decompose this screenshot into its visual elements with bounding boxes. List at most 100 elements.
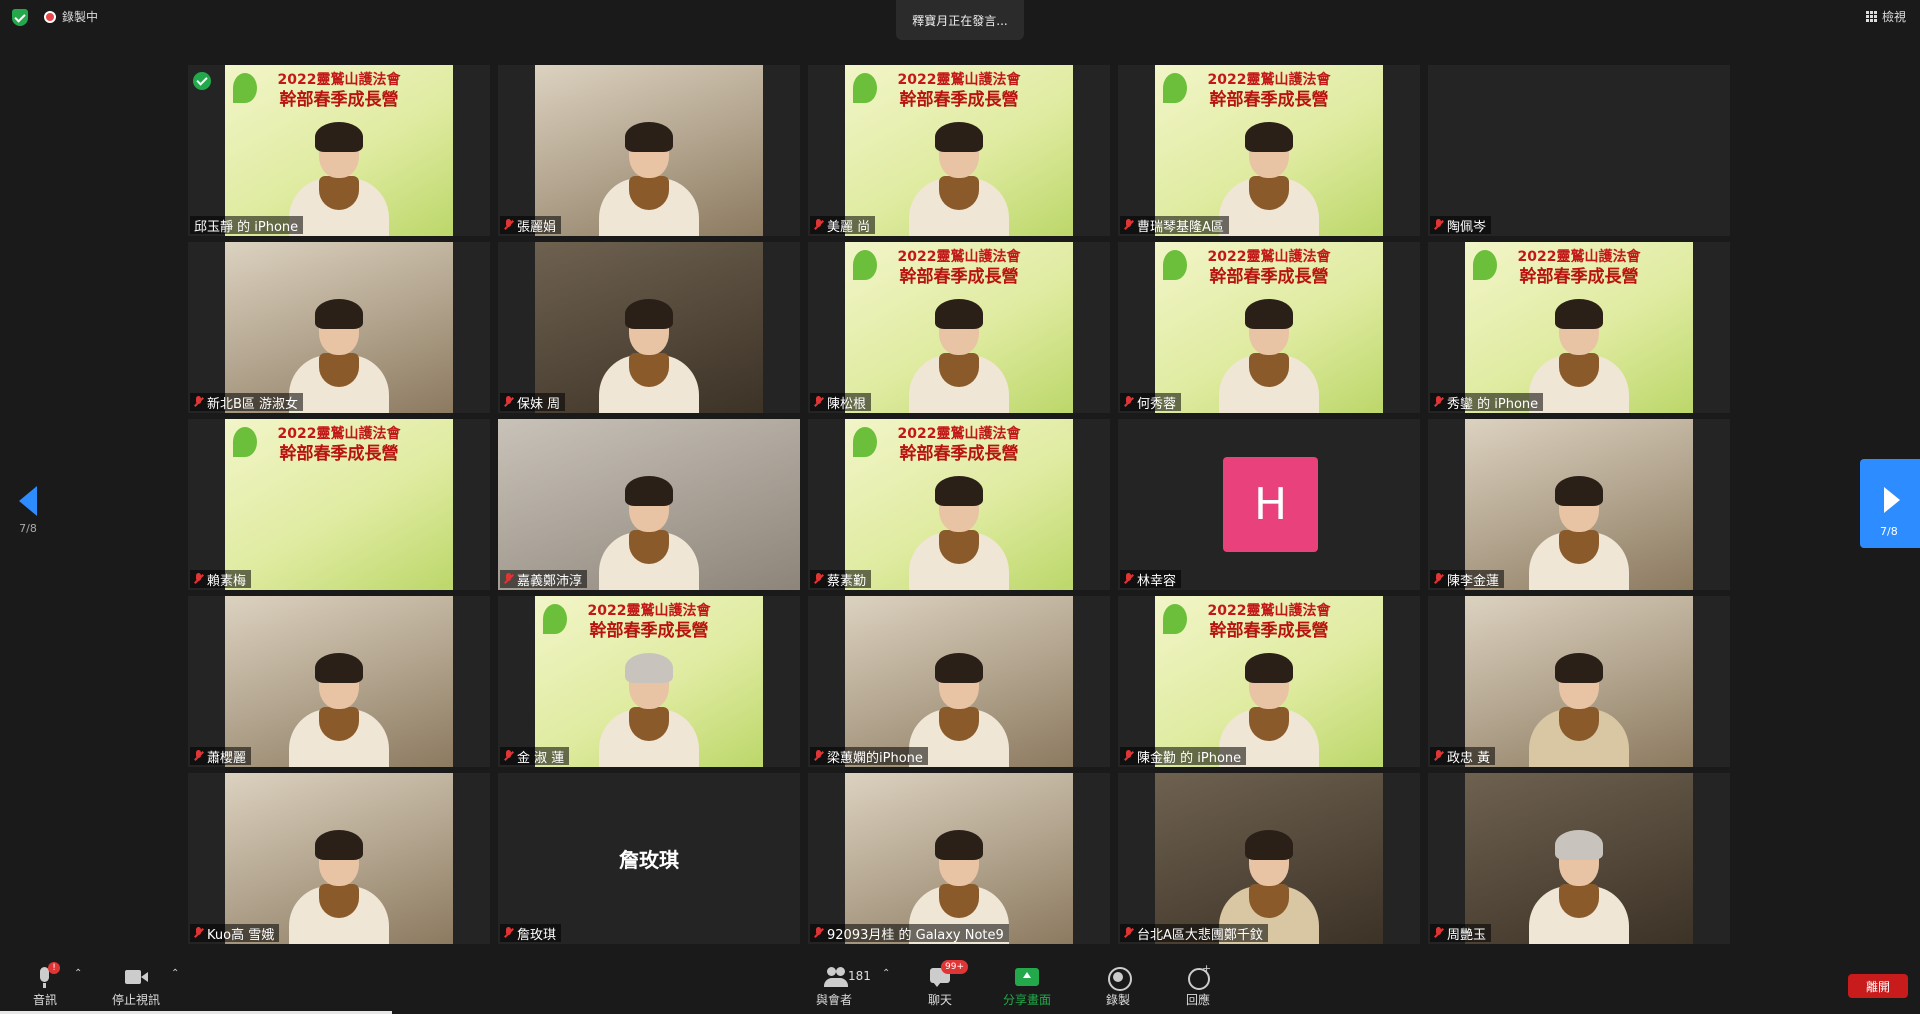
participant-name: 何秀蓉 xyxy=(1137,396,1177,412)
participant-figure xyxy=(909,470,1009,590)
participant-tile[interactable]: 2022靈鷲山護法會 幹部春季成長營 賴素梅 xyxy=(188,419,490,590)
muted-mic-icon xyxy=(1124,219,1133,231)
participant-tile[interactable]: 台北A區大悲團鄭千鈫 xyxy=(1118,773,1420,944)
audio-button[interactable]: ! 音訊 xyxy=(32,962,60,1008)
participant-name: 邱玉靜 的 iPhone xyxy=(194,219,299,235)
event-banner: 2022靈鷲山護法會 幹部春季成長營 xyxy=(535,602,763,642)
leave-button[interactable]: 離開 xyxy=(1848,974,1908,998)
stop-video-label: 停止視訊 xyxy=(112,993,161,1007)
participant-figure xyxy=(289,293,389,413)
event-banner: 2022靈鷲山護法會 幹部春季成長營 xyxy=(845,71,1073,111)
participant-tile[interactable]: 2022靈鷲山護法會 幹部春季成長營 邱玉靜 的 iPhone xyxy=(188,65,490,236)
muted-mic-icon xyxy=(1124,573,1133,585)
participant-video: 2022靈鷲山護法會 幹部春季成長營 xyxy=(845,242,1073,413)
participants-button[interactable]: 與會者 xyxy=(816,966,852,1008)
participant-video: 2022靈鷲山護法會 幹部春季成長營 xyxy=(1155,596,1383,767)
participant-tile[interactable]: 2022靈鷲山護法會 幹部春季成長營 陳松根 xyxy=(808,242,1110,413)
participant-tile[interactable]: 嘉義鄭沛淳 xyxy=(498,419,800,590)
participant-tile[interactable]: 陳李金蓮 xyxy=(1428,419,1730,590)
participant-name: 詹玫琪 xyxy=(517,927,557,943)
participant-video: 2022靈鷲山護法會 幹部春季成長營 xyxy=(1465,242,1693,413)
participant-tile[interactable]: 新北B區 游淑女 xyxy=(188,242,490,413)
view-button[interactable]: 檢視 xyxy=(1865,8,1906,25)
participant-tile[interactable]: 周艷玉 xyxy=(1428,773,1730,944)
participant-tile[interactable]: 蕭櫻麗 xyxy=(188,596,490,767)
participant-name: 梁蕙嫻的iPhone xyxy=(827,750,923,766)
participant-name-label: 蔡素勤 xyxy=(810,570,872,589)
participant-name-label: 邱玉靜 的 iPhone xyxy=(190,216,304,235)
participant-tile[interactable]: 張麗娟 xyxy=(498,65,800,236)
share-screen-button[interactable]: 分享畫面 xyxy=(1003,966,1051,1008)
stop-video-button[interactable]: 停止視訊 xyxy=(112,966,160,1008)
participant-video: 2022靈鷲山護法會 幹部春季成長營 xyxy=(225,419,453,590)
share-screen-icon xyxy=(1014,966,1040,988)
gallery-grid: 2022靈鷲山護法會 幹部春季成長營 邱玉靜 的 iPhone 張麗娟 2022靈鷲山護… xyxy=(188,65,1730,944)
participant-name-label: 美麗 尚 xyxy=(810,216,876,235)
active-speaker-check-icon xyxy=(193,72,211,90)
participant-tile[interactable]: 2022靈鷲山護法會 幹部春季成長營秀鑾 的 iPhone xyxy=(1428,242,1730,413)
participant-tile[interactable]: 2022靈鷲山護法會 幹部春季成長營 陳金勸 的 iPhone xyxy=(1118,596,1420,767)
participant-name: 92093月桂 的 Galaxy Note9 xyxy=(827,927,1004,943)
banner-line-1: 2022靈鷲山護法會 xyxy=(277,426,401,442)
participant-tile[interactable]: 詹玫琪 詹玫琪 xyxy=(498,773,800,944)
audio-options-caret-icon[interactable]: ⌃ xyxy=(74,968,82,979)
participant-tile[interactable]: 2022靈鷲山護法會 幹部春季成長營 曹瑞琴基隆A區 xyxy=(1118,65,1420,236)
recording-indicator[interactable]: 錄製中 xyxy=(44,8,98,25)
participant-tile[interactable]: 92093月桂 的 Galaxy Note9 xyxy=(808,773,1110,944)
recording-label: 錄製中 xyxy=(62,10,99,24)
participant-name-label: 陳金勸 的 iPhone xyxy=(1120,747,1247,766)
participant-figure xyxy=(1529,647,1629,767)
participants-icon xyxy=(821,966,848,988)
participant-name: 金 淑 蓮 xyxy=(517,750,565,766)
participant-name-label: 92093月桂 的 Galaxy Note9 xyxy=(810,924,1009,943)
participant-name-label: 詹玫琪 xyxy=(500,924,562,943)
participant-video xyxy=(498,419,800,590)
participant-figure xyxy=(599,647,699,767)
reactions-button[interactable]: 回應 xyxy=(1185,962,1211,1008)
participant-tile[interactable]: H 林幸容 xyxy=(1118,419,1420,590)
muted-mic-icon xyxy=(1434,750,1443,762)
muted-mic-icon xyxy=(194,927,203,939)
record-button[interactable]: 錄製 xyxy=(1105,966,1132,1008)
participant-avatar: H xyxy=(1223,457,1318,552)
participant-figure xyxy=(1529,470,1629,590)
participant-tile[interactable]: Kuo高 雪娥 xyxy=(188,773,490,944)
participant-figure xyxy=(909,293,1009,413)
muted-mic-icon xyxy=(504,927,513,939)
participant-figure xyxy=(289,116,389,236)
banner-line-1: 2022靈鷲山護法會 xyxy=(587,603,711,619)
previous-page-button[interactable]: 7/8 xyxy=(16,486,40,535)
event-banner: 2022靈鷲山護法會 幹部春季成長營 xyxy=(1465,248,1693,288)
participant-tile[interactable]: 政忠 黃 xyxy=(1428,596,1730,767)
video-options-caret-icon[interactable]: ⌃ xyxy=(171,968,179,979)
shield-icon[interactable] xyxy=(12,9,28,26)
participant-video xyxy=(1465,419,1693,590)
participant-tile[interactable]: 梁蕙嫻的iPhone xyxy=(808,596,1110,767)
arrow-right-icon xyxy=(1884,487,1900,513)
participant-tile[interactable]: 2022靈鷲山護法會 幹部春季成長營金 淑 蓮 xyxy=(498,596,800,767)
muted-mic-icon xyxy=(1434,219,1443,231)
chat-button[interactable]: 99+ 聊天 xyxy=(927,960,968,1008)
participant-name-label: 何秀蓉 xyxy=(1120,393,1182,412)
participant-tile[interactable]: 2022靈鷲山護法會 幹部春季成長營 蔡素勤 xyxy=(808,419,1110,590)
participant-tile[interactable]: 2022靈鷲山護法會 幹部春季成長營美麗 尚 xyxy=(808,65,1110,236)
participant-name-label: 蕭櫻麗 xyxy=(190,747,252,766)
banner-line-1: 2022靈鷲山護法會 xyxy=(897,426,1021,442)
banner-line-2: 幹部春季成長營 xyxy=(1209,90,1329,111)
participant-name: 張麗娟 xyxy=(517,219,557,235)
participant-name: 秀鑾 的 iPhone xyxy=(1447,396,1539,412)
participant-name: 陳松根 xyxy=(827,396,867,412)
participant-video xyxy=(1155,773,1383,944)
next-page-button[interactable]: 7/8 xyxy=(1860,459,1920,548)
audio-label: 音訊 xyxy=(32,993,57,1007)
participant-tile[interactable]: 陶佩岑 xyxy=(1428,65,1730,236)
participant-figure xyxy=(909,116,1009,236)
participants-options-caret-icon[interactable]: ⌃ xyxy=(882,968,890,979)
participant-name-label: 陳松根 xyxy=(810,393,872,412)
participant-name-label: 金 淑 蓮 xyxy=(500,747,570,766)
banner-line-2: 幹部春季成長營 xyxy=(1519,267,1639,288)
participant-name: 保妹 周 xyxy=(517,396,561,412)
participant-tile[interactable]: 保妹 周 xyxy=(498,242,800,413)
participant-tile[interactable]: 2022靈鷲山護法會 幹部春季成長營 何秀蓉 xyxy=(1118,242,1420,413)
muted-mic-icon xyxy=(1124,927,1133,939)
